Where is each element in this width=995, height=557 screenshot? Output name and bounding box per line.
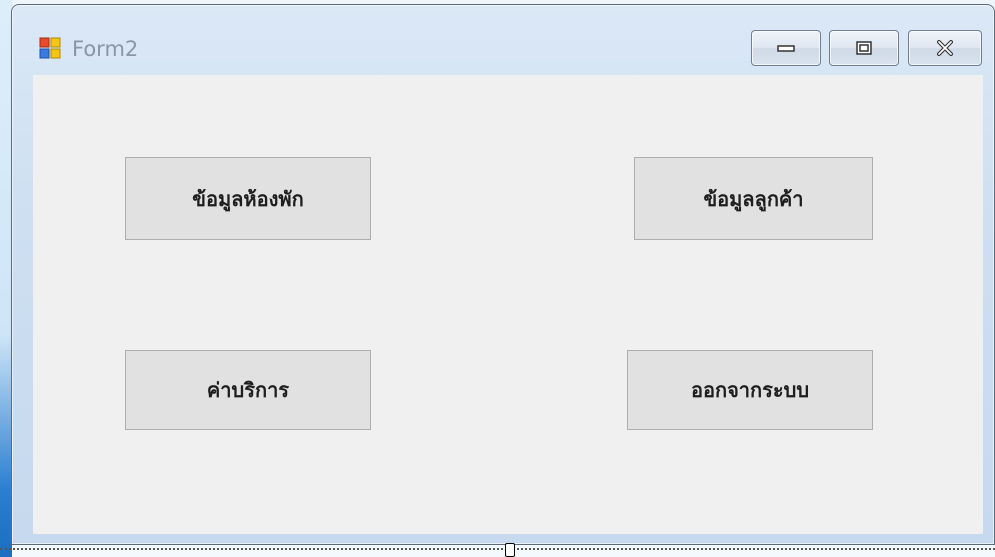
designer-selection-border <box>0 548 995 550</box>
form-icon[interactable] <box>39 37 61 59</box>
resize-handle[interactable] <box>505 543 515 557</box>
minimize-button[interactable] <box>751 30 821 66</box>
close-icon <box>937 40 953 56</box>
service-charges-button[interactable]: ค่าบริการ <box>125 350 371 430</box>
title-bar[interactable]: Form2 <box>12 5 994 75</box>
form-client-area: ข้อมูลห้องพัก ข้อมูลลูกค้า ค่าบริการ ออก… <box>33 75 983 534</box>
maximize-button[interactable] <box>829 30 899 66</box>
form-window: Form2 ข้อมูลห้องพัก ข้อมูลลูกค้า ค่าบริก… <box>11 4 995 545</box>
maximize-icon <box>856 41 872 55</box>
close-button[interactable] <box>908 30 982 66</box>
minimize-icon <box>777 45 795 52</box>
window-title: Form2 <box>72 37 139 61</box>
logout-button[interactable]: ออกจากระบบ <box>627 350 873 430</box>
customer-info-button[interactable]: ข้อมูลลูกค้า <box>634 157 873 240</box>
room-info-button[interactable]: ข้อมูลห้องพัก <box>125 157 371 240</box>
